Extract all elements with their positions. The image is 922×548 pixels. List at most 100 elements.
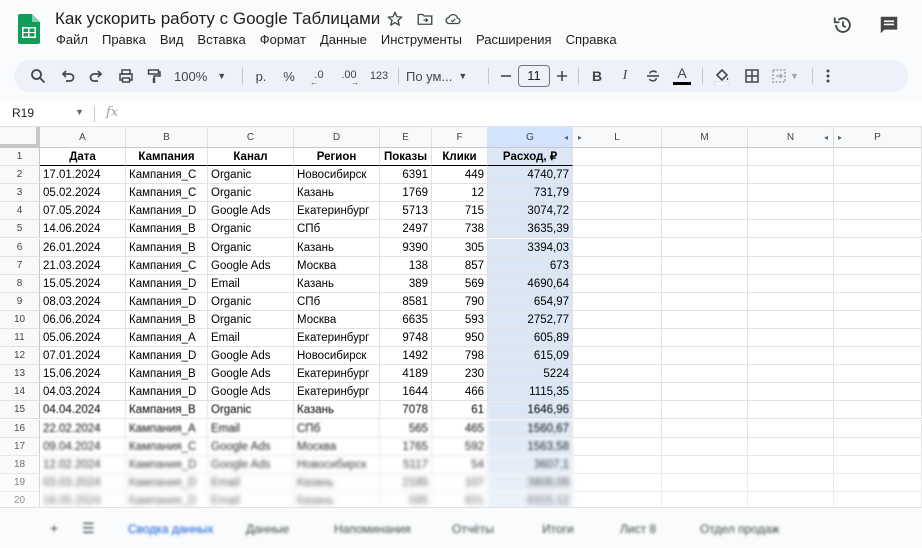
table-cell[interactable]: Email xyxy=(208,329,294,348)
table-cell[interactable]: 9748 xyxy=(380,329,432,348)
table-cell[interactable]: 565 xyxy=(380,419,432,438)
table-cell[interactable]: Google Ads xyxy=(208,437,294,456)
table-header-cell[interactable]: Расход, ₽ xyxy=(488,148,573,167)
table-cell[interactable]: Кампания_B xyxy=(126,365,208,384)
undo-icon[interactable] xyxy=(56,60,80,92)
table-cell[interactable]: Кампания_B xyxy=(126,238,208,257)
row-header[interactable]: 11 xyxy=(0,329,40,348)
table-cell[interactable]: 12.02.2024 xyxy=(40,455,126,474)
empty-cell[interactable] xyxy=(834,292,922,311)
empty-cell[interactable] xyxy=(748,437,834,456)
empty-cell[interactable] xyxy=(662,220,748,239)
menu-insert[interactable]: Вставка xyxy=(190,31,252,49)
table-cell[interactable]: 593 xyxy=(432,310,488,329)
table-header-cell[interactable]: Показы xyxy=(380,148,432,167)
column-header[interactable]: C xyxy=(208,127,294,148)
empty-cell[interactable] xyxy=(834,347,922,366)
table-cell[interactable]: 8581 xyxy=(380,292,432,311)
row-header[interactable]: 17 xyxy=(0,437,40,456)
menu-tools[interactable]: Инструменты xyxy=(374,31,469,49)
table-cell[interactable]: Екатеринбург xyxy=(294,329,380,348)
empty-cell[interactable] xyxy=(834,455,922,474)
table-cell[interactable]: 12 xyxy=(432,184,488,203)
table-cell[interactable]: Москва xyxy=(294,310,380,329)
table-cell[interactable]: 831 xyxy=(432,491,488,507)
empty-cell[interactable] xyxy=(834,274,922,293)
table-cell[interactable]: 26.01.2024 xyxy=(40,238,126,257)
empty-cell[interactable] xyxy=(748,256,834,275)
table-cell[interactable]: 3394,03 xyxy=(488,238,573,257)
increase-font-size-button[interactable] xyxy=(552,60,572,92)
sheet-tab[interactable]: Лист 8 xyxy=(620,522,656,538)
empty-cell[interactable] xyxy=(834,365,922,384)
row-header[interactable]: 9 xyxy=(0,292,40,311)
empty-cell[interactable] xyxy=(662,455,748,474)
empty-cell[interactable] xyxy=(573,365,662,384)
empty-cell[interactable] xyxy=(662,148,748,167)
table-cell[interactable]: 449 xyxy=(432,166,488,185)
table-header-cell[interactable]: Дата xyxy=(40,148,126,167)
table-cell[interactable]: 61 xyxy=(432,401,488,420)
empty-cell[interactable] xyxy=(748,202,834,221)
empty-cell[interactable] xyxy=(748,419,834,438)
column-header[interactable]: G xyxy=(488,127,573,148)
table-header-cell[interactable]: Канал xyxy=(208,148,294,167)
table-cell[interactable]: 950 xyxy=(432,329,488,348)
percent-format-button[interactable]: % xyxy=(278,60,300,92)
empty-cell[interactable] xyxy=(662,365,748,384)
table-cell[interactable]: Google Ads xyxy=(208,383,294,402)
table-header-cell[interactable]: Регион xyxy=(294,148,380,167)
empty-cell[interactable] xyxy=(834,329,922,348)
table-cell[interactable]: 615,09 xyxy=(488,347,573,366)
empty-cell[interactable] xyxy=(748,238,834,257)
empty-cell[interactable] xyxy=(662,292,748,311)
empty-cell[interactable] xyxy=(573,455,662,474)
table-cell[interactable]: Кампания_D xyxy=(126,347,208,366)
empty-cell[interactable] xyxy=(662,347,748,366)
empty-cell[interactable] xyxy=(662,166,748,185)
menu-edit[interactable]: Правка xyxy=(95,31,153,49)
table-cell[interactable]: Кампания_D xyxy=(126,383,208,402)
row-header[interactable]: 12 xyxy=(0,347,40,366)
table-cell[interactable]: 230 xyxy=(432,365,488,384)
table-cell[interactable]: 03.03.2024 xyxy=(40,473,126,492)
column-header[interactable]: F xyxy=(432,127,488,148)
empty-cell[interactable] xyxy=(834,220,922,239)
name-box[interactable]: R19 xyxy=(12,106,34,120)
empty-cell[interactable] xyxy=(834,437,922,456)
empty-cell[interactable] xyxy=(662,202,748,221)
table-cell[interactable]: 715 xyxy=(432,202,488,221)
empty-cell[interactable] xyxy=(573,256,662,275)
table-cell[interactable]: 6391 xyxy=(380,166,432,185)
empty-cell[interactable] xyxy=(573,491,662,507)
empty-cell[interactable] xyxy=(834,238,922,257)
table-cell[interactable]: 3808,09 xyxy=(488,473,573,492)
table-cell[interactable]: Екатеринбург xyxy=(294,383,380,402)
empty-cell[interactable] xyxy=(748,220,834,239)
column-header[interactable]: A xyxy=(40,127,126,148)
row-header[interactable]: 16 xyxy=(0,419,40,438)
table-cell[interactable]: Google Ads xyxy=(208,365,294,384)
table-cell[interactable]: 9390 xyxy=(380,238,432,257)
table-cell[interactable]: 465 xyxy=(432,419,488,438)
empty-cell[interactable] xyxy=(662,419,748,438)
italic-button[interactable]: I xyxy=(614,60,636,92)
row-header[interactable]: 1 xyxy=(0,148,40,167)
empty-cell[interactable] xyxy=(662,401,748,420)
empty-cell[interactable] xyxy=(748,292,834,311)
empty-cell[interactable] xyxy=(748,473,834,492)
empty-cell[interactable] xyxy=(834,148,922,167)
table-cell[interactable]: 1644 xyxy=(380,383,432,402)
move-to-folder-icon[interactable] xyxy=(416,10,434,28)
menu-file[interactable]: Файл xyxy=(49,31,95,49)
empty-cell[interactable] xyxy=(573,401,662,420)
table-cell[interactable]: 595 xyxy=(380,491,432,507)
column-header[interactable]: M xyxy=(662,127,748,148)
strikethrough-icon[interactable] xyxy=(642,60,664,92)
search-menus-icon[interactable] xyxy=(26,60,50,92)
empty-cell[interactable] xyxy=(748,329,834,348)
table-cell[interactable]: 1115,35 xyxy=(488,383,573,402)
table-cell[interactable]: 3607,1 xyxy=(488,455,573,474)
empty-cell[interactable] xyxy=(662,310,748,329)
empty-cell[interactable] xyxy=(662,491,748,507)
